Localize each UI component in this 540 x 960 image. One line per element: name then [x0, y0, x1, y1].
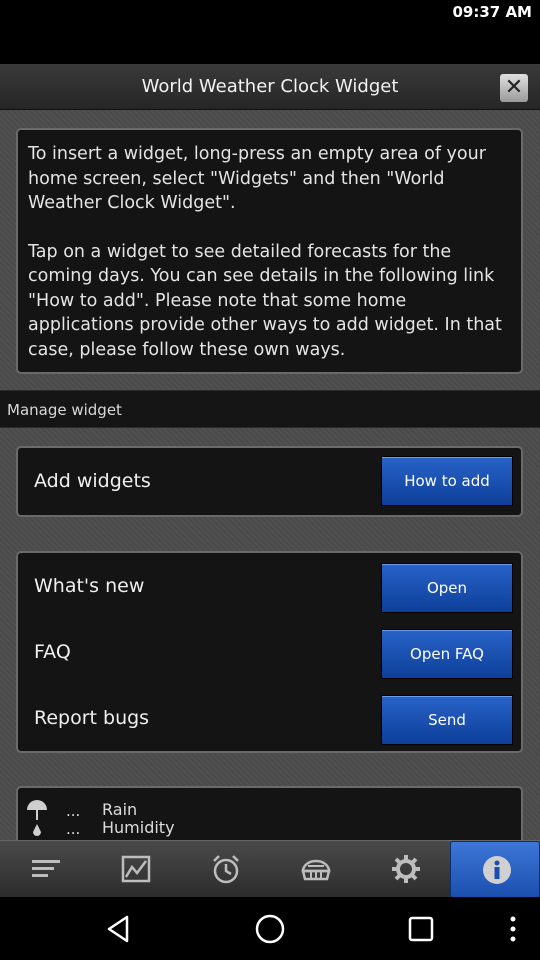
section-title: Manage widget [7, 401, 122, 419]
instructions-card: To insert a widget, long-press an empty … [16, 128, 523, 374]
rain-label: Rain [102, 800, 138, 819]
open-whats-new-button[interactable]: Open [381, 563, 513, 613]
open-faq-button[interactable]: Open FAQ [381, 629, 513, 679]
instructions-paragraph-2: Tap on a widget to see detailed forecast… [28, 241, 508, 360]
manage-widget-header: Manage widget [0, 390, 540, 428]
more-icon[interactable] [497, 913, 529, 945]
tab-menu[interactable] [0, 841, 90, 898]
system-nav-bar [0, 897, 540, 960]
recents-icon[interactable] [405, 913, 437, 945]
weather-preview-card: ... Rain ... Humidity [16, 786, 523, 846]
how-to-add-button[interactable]: How to add [381, 456, 513, 506]
humidity-label: Humidity [102, 818, 175, 837]
status-bar: 09:37 AM [0, 0, 540, 24]
dialog-title: World Weather Clock Widget [141, 76, 399, 97]
humidity-value: ... [66, 820, 81, 838]
back-icon[interactable] [103, 913, 135, 945]
map-icon [121, 855, 151, 883]
menu-list-icon [32, 860, 60, 877]
umbrella-icon [27, 800, 47, 836]
add-widgets-label: Add widgets [34, 470, 151, 492]
title-bar: World Weather Clock Widget ✕ [0, 64, 540, 110]
globe-icon [301, 859, 331, 881]
whats-new-label: What's new [34, 575, 145, 597]
gear-icon [392, 855, 420, 883]
info-icon [483, 856, 511, 884]
alarm-clock-icon [213, 855, 239, 884]
home-icon[interactable] [254, 913, 286, 945]
add-widgets-card: Add widgets How to add [16, 446, 523, 517]
app-window: World Weather Clock Widget ✕ To insert a… [0, 64, 540, 898]
support-card: What's new Open FAQ Open FAQ Report bugs… [16, 551, 523, 753]
close-icon[interactable]: ✕ [500, 74, 528, 102]
tab-settings[interactable] [360, 841, 450, 898]
tab-globe[interactable] [270, 841, 360, 898]
send-bug-report-button[interactable]: Send [381, 695, 513, 745]
instructions-paragraph-1: To insert a widget, long-press an empty … [28, 144, 492, 213]
faq-label: FAQ [34, 641, 71, 663]
rain-value: ... [66, 802, 81, 820]
bottom-tab-bar [0, 840, 540, 898]
tab-map[interactable] [90, 841, 180, 898]
tab-info[interactable] [450, 841, 540, 898]
report-bugs-label: Report bugs [34, 707, 150, 729]
status-time: 09:37 AM [452, 3, 532, 21]
tab-alarm[interactable] [180, 841, 270, 898]
